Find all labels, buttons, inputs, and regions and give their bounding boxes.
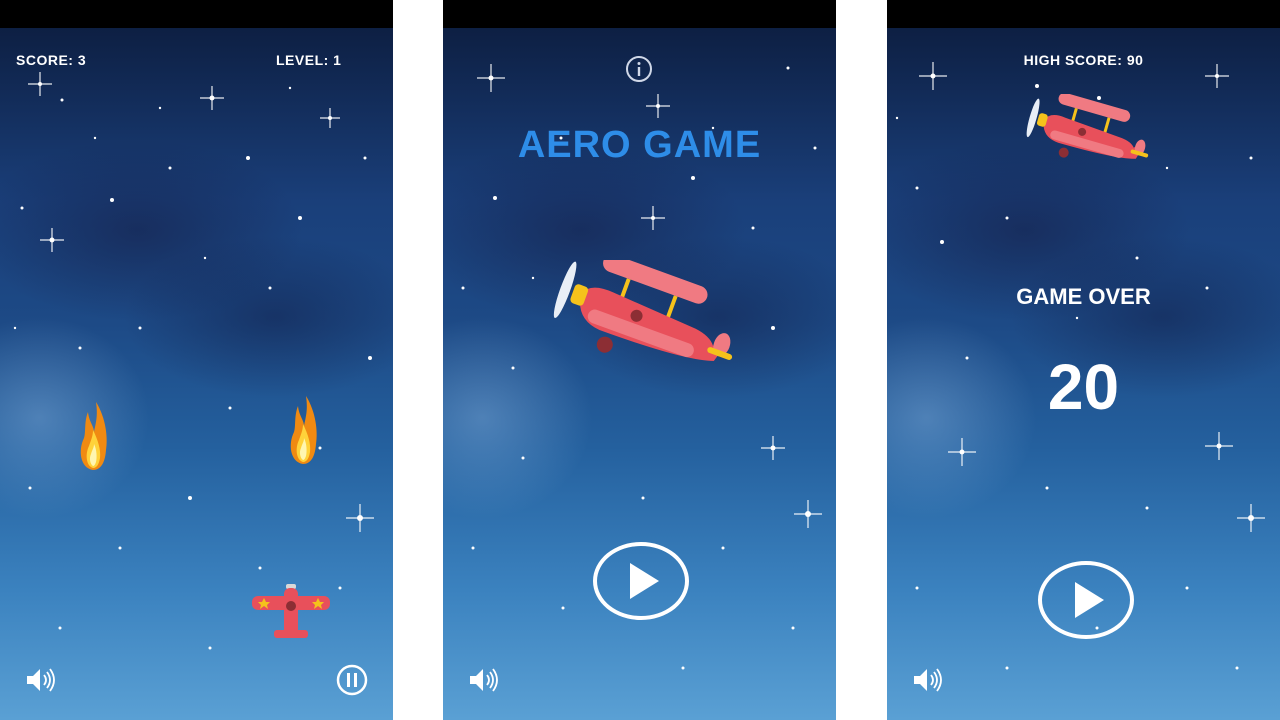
level-label: LEVEL: 1	[276, 52, 342, 68]
play-again-button[interactable]	[1038, 561, 1134, 639]
biplane-icon	[1026, 94, 1149, 159]
high-score-label: HIGH SCORE: 90	[1023, 52, 1144, 68]
biplane-icon	[553, 260, 733, 361]
starfield-background	[13, 72, 374, 650]
play-button[interactable]	[593, 542, 689, 620]
sound-icon[interactable]	[911, 666, 943, 694]
pause-icon[interactable]	[335, 663, 369, 697]
status-bar	[887, 0, 1280, 28]
info-icon[interactable]	[624, 54, 654, 84]
status-bar	[443, 0, 836, 28]
play-icon	[630, 563, 659, 599]
score-label: SCORE: 3	[16, 52, 87, 68]
player-plane-icon[interactable]	[250, 582, 332, 644]
game-title: AERO GAME	[517, 124, 762, 166]
sound-icon[interactable]	[24, 666, 56, 694]
final-score: 20	[1047, 351, 1120, 423]
gameplay-screen: SCORE: 3 LEVEL: 1	[0, 0, 393, 720]
game-over-label: GAME OVER	[1016, 284, 1151, 309]
fireball-icon	[80, 402, 107, 470]
play-icon	[1075, 582, 1104, 618]
menu-screen: AERO GAME	[443, 0, 836, 720]
fireball-icon	[290, 396, 317, 464]
game-over-screen: HIGH SCORE: 90 GAME OVER 20	[887, 0, 1280, 720]
sound-icon[interactable]	[467, 666, 499, 694]
status-bar	[0, 0, 393, 28]
